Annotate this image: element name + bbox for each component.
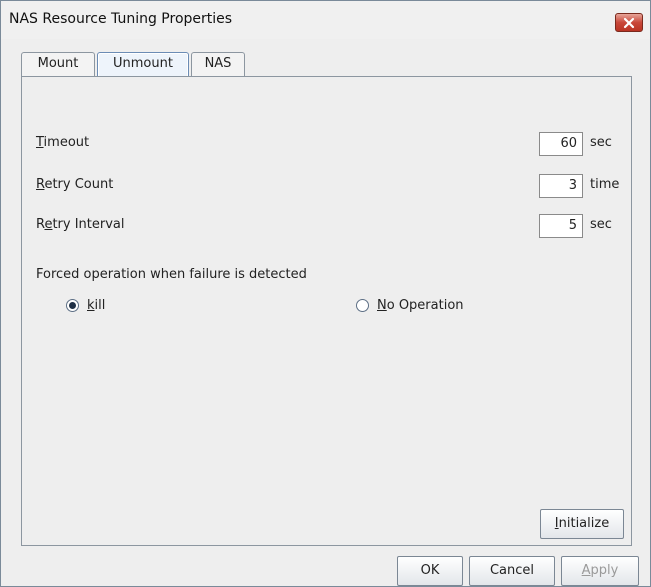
retry-interval-input[interactable]: 5 [539,214,583,238]
retry-count-unit: time [590,177,620,192]
radio-no-operation[interactable]: No Operation [356,298,464,313]
forced-operation-label: Forced operation when failure is detecte… [36,267,307,282]
tab-unmount[interactable]: Unmount [97,52,189,77]
retry-interval-label: Retry Interval [36,217,125,232]
tab-mount[interactable]: Mount [21,52,95,76]
window-title: NAS Resource Tuning Properties [9,11,233,27]
tab-unmount-label: Unmount [113,56,173,71]
tab-nas-label: NAS [204,56,232,71]
retry-count-input[interactable]: 3 [539,174,583,198]
retry-count-label: Retry Count [36,177,114,192]
dialog-window: NAS Resource Tuning Properties Mount Unm… [0,0,651,587]
close-icon [623,17,635,28]
title-bar[interactable]: NAS Resource Tuning Properties [1,1,650,39]
radio-selected-dot [69,302,76,309]
timeout-input[interactable]: 60 [539,132,583,156]
cancel-button[interactable]: Cancel [469,556,555,586]
timeout-unit: sec [590,135,612,150]
retry-interval-unit: sec [590,217,612,232]
radio-kill[interactable]: kill [66,298,105,313]
tab-mount-label: Mount [37,56,79,71]
close-button[interactable] [615,13,643,32]
unmount-panel: Timeout 60 sec Retry Count 3 time Retry … [21,76,632,546]
initialize-button[interactable]: Initialize [540,509,624,539]
radio-no-operation-label: No Operation [377,298,464,313]
tab-nas[interactable]: NAS [191,52,245,76]
ok-button[interactable]: OK [397,556,463,586]
radio-no-operation-circle [356,299,369,312]
radio-kill-label: kill [87,298,106,313]
timeout-label: Timeout [36,135,90,150]
apply-button[interactable]: Apply [561,556,639,586]
radio-kill-circle [66,299,79,312]
